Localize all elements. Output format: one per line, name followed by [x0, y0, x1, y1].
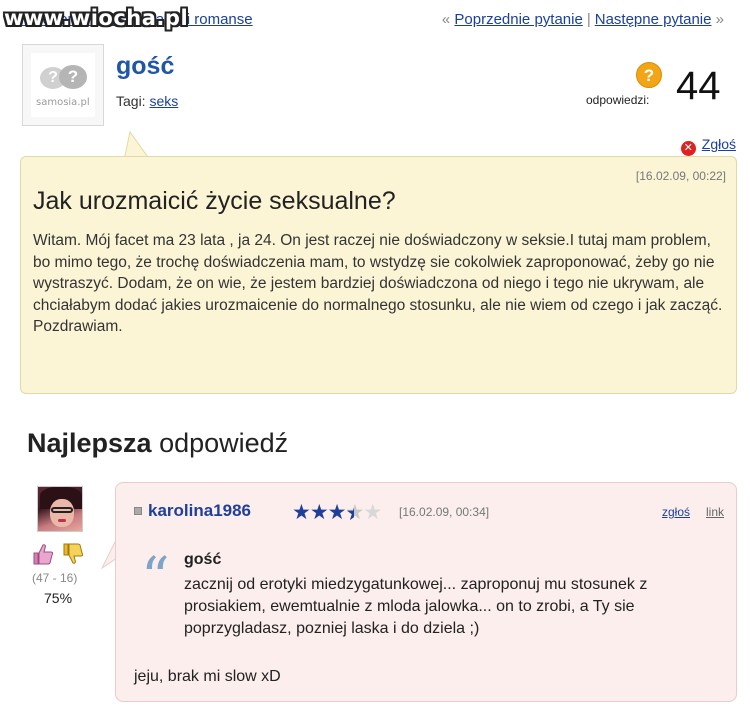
star-icon: ★ [327, 501, 347, 524]
answer-box: karolina1986 ★★★★★ [16.02.09, 00:34] zgł… [115, 482, 737, 702]
best-answer-heading: Najlepsza odpowiedź [27, 428, 288, 459]
quote-author: gość [184, 551, 222, 568]
answerer-avatar[interactable] [37, 486, 83, 532]
tags: Tagi: seks [116, 93, 178, 109]
thumbs-down-icon[interactable] [62, 542, 84, 566]
answer-header: karolina1986 ★★★★★ [16.02.09, 00:34] zgł… [134, 500, 724, 525]
prev-question-link[interactable]: Poprzednie pytanie [454, 11, 582, 28]
answer-permalink[interactable]: link [706, 505, 724, 519]
vote-percent: 75% [44, 590, 73, 606]
asker-name: gość [116, 52, 175, 80]
quote-text: zacznij od erotyki miedzygatunkowej... z… [184, 576, 648, 637]
vote-buttons [32, 542, 92, 568]
answer-date: [16.02.09, 00:34] [399, 505, 490, 519]
answerer-username-link[interactable]: karolina1986 [148, 501, 251, 521]
next-question-link[interactable]: Następne pytanie [595, 11, 712, 28]
avatar-glasses [51, 507, 73, 513]
report-answer-link[interactable]: zgłoś [662, 505, 690, 519]
half-star-icon: ★ [345, 501, 364, 524]
best-answer-heading-rest: odpowiedź [159, 428, 289, 458]
question-navigation: « Poprzednie pytanie | Następne pytanie » [442, 11, 724, 28]
vote-counts: (47 - 16) [32, 571, 78, 585]
nav-separator: | [586, 11, 591, 28]
empty-star-icon: ★ [363, 501, 382, 524]
quote-icon: “ [141, 546, 170, 611]
asker-avatar: ? ? samosia.pl [22, 44, 104, 126]
prev-arrow-icon: « [441, 11, 451, 28]
tag-link[interactable]: seks [149, 93, 178, 109]
question-title: Jak urozmaicić życie seksualne? [33, 187, 396, 215]
answers-label: odpowiedzi: [586, 93, 650, 107]
report-icon: ✕ [680, 141, 696, 156]
question-date: [16.02.09, 00:22] [635, 169, 726, 183]
watermark: www.wiocha.pl [4, 6, 189, 30]
question-box: [16.02.09, 00:22] Jak urozmaicić życie s… [20, 156, 737, 394]
star-icon: ★ [292, 501, 311, 524]
question-mark-icon: ? [636, 62, 662, 88]
question-body: Witam. Mój facet ma 23 lata , ja 24. On … [33, 232, 723, 335]
answers-count: 44 [676, 64, 721, 108]
avatar-face [50, 499, 74, 527]
site-logo-icon: ? ? samosia.pl [31, 53, 95, 117]
rating-stars: ★★★★ ★ [292, 500, 382, 525]
logo-text: samosia.pl [36, 97, 90, 108]
answer-body: jeju, brak mi slow xD [134, 668, 281, 685]
thumbs-up-icon[interactable] [32, 542, 54, 566]
report-question-link[interactable]: ✕ Zgłoś [680, 136, 736, 156]
star-icon: ★ [309, 501, 329, 524]
user-status-icon [134, 507, 142, 515]
best-answer-heading-bold: Najlepsza [27, 428, 152, 458]
question-bubble-icon: ? [59, 65, 87, 89]
next-arrow-icon: » [715, 11, 724, 28]
avatar-lips [58, 519, 66, 522]
tags-label: Tagi: [116, 93, 146, 109]
report-label: Zgłoś [701, 136, 736, 152]
